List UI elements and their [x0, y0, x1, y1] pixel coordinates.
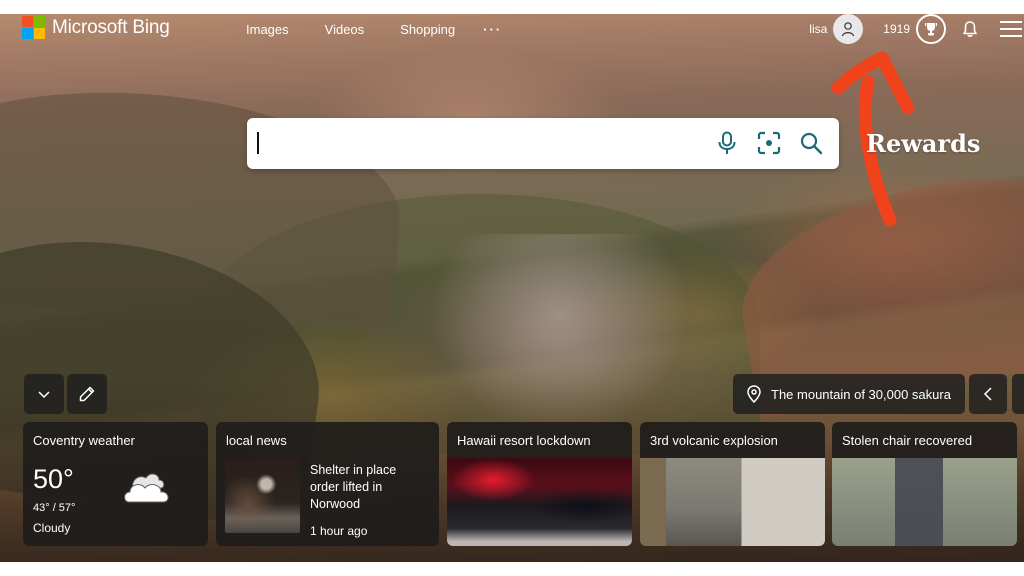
news-card[interactable]: Stolen chair recovered: [832, 422, 1017, 546]
weather-range: 43° / 57°: [33, 502, 76, 514]
local-news-thumbnail: [225, 458, 300, 533]
rewards-trophy-icon: [925, 23, 937, 36]
bing-homepage: Microsoft Bing Images Videos Shopping ··…: [0, 14, 1024, 562]
header: Microsoft Bing Images Videos Shopping ··…: [0, 14, 1024, 44]
user-name[interactable]: lisa: [809, 22, 827, 36]
rewards-button[interactable]: [916, 14, 946, 44]
visual-search-icon: [757, 131, 781, 155]
search-input[interactable]: [255, 126, 715, 161]
news-card-title: Stolen chair recovered: [842, 433, 973, 448]
bing-logo[interactable]: Microsoft Bing: [22, 16, 170, 39]
cloud-icon: [124, 473, 169, 503]
news-card-title: Hawaii resort lockdown: [457, 433, 591, 448]
local-news-card[interactable]: local news Shelter in place order lifted…: [216, 422, 439, 546]
microphone-icon: [718, 131, 736, 154]
text-cursor: [257, 132, 259, 154]
brand-name: Microsoft Bing: [52, 16, 170, 38]
local-news-title: local news: [226, 433, 287, 448]
rewards-points[interactable]: 1919: [883, 22, 910, 36]
header-actions: lisa 1919: [809, 14, 1024, 44]
news-card-image: [640, 458, 825, 546]
user-icon: [842, 22, 855, 37]
notifications-button[interactable]: [960, 19, 980, 39]
news-card[interactable]: 3rd volcanic explosion: [640, 422, 825, 546]
pencil-icon: [79, 386, 95, 402]
chevron-left-icon: [983, 387, 992, 401]
hamburger-menu-icon[interactable]: [1000, 19, 1022, 39]
nav-videos[interactable]: Videos: [325, 22, 365, 37]
collapse-button[interactable]: [24, 374, 64, 414]
menu-line: [1000, 35, 1022, 37]
next-image-button[interactable]: [1012, 374, 1024, 414]
top-nav: Images Videos Shopping ···: [246, 22, 538, 37]
nav-more-button[interactable]: ···: [483, 22, 502, 37]
nav-images[interactable]: Images: [246, 22, 289, 37]
menu-line: [1000, 28, 1022, 30]
rewards-annotation-label: Rewards: [866, 129, 981, 158]
location-pin-icon: [747, 385, 761, 403]
nav-shopping[interactable]: Shopping: [400, 22, 455, 37]
logo-square-green: [34, 16, 45, 27]
news-card[interactable]: Hawaii resort lockdown: [447, 422, 632, 546]
weather-temperature: 50°: [33, 464, 74, 494]
news-card-image: [447, 458, 632, 546]
local-news-time: 1 hour ago: [310, 524, 368, 538]
news-card-title: 3rd volcanic explosion: [650, 433, 778, 448]
logo-square-red: [22, 16, 33, 27]
voice-search-button[interactable]: [713, 129, 741, 157]
weather-title: Coventry weather: [33, 433, 135, 448]
edit-button[interactable]: [67, 374, 107, 414]
menu-line: [1000, 21, 1022, 23]
visual-search-button[interactable]: [755, 129, 783, 157]
image-caption-text: The mountain of 30,000 sakura: [771, 386, 951, 402]
local-news-headline[interactable]: Shelter in place order lifted in Norwood: [310, 462, 420, 513]
chevron-down-icon: [38, 391, 50, 399]
previous-image-button[interactable]: [969, 374, 1007, 414]
logo-square-blue: [22, 28, 33, 39]
search-actions: [713, 129, 825, 157]
microsoft-logo-icon: [22, 16, 45, 39]
image-caption-button[interactable]: The mountain of 30,000 sakura: [733, 374, 965, 414]
weather-condition: Cloudy: [33, 521, 71, 535]
search-box: [247, 118, 839, 169]
weather-card[interactable]: Coventry weather 50° 43° / 57° Cloudy: [23, 422, 208, 546]
bell-icon: [963, 21, 977, 37]
logo-square-yellow: [34, 28, 45, 39]
news-card-image: [832, 458, 1017, 546]
avatar[interactable]: [833, 14, 864, 44]
